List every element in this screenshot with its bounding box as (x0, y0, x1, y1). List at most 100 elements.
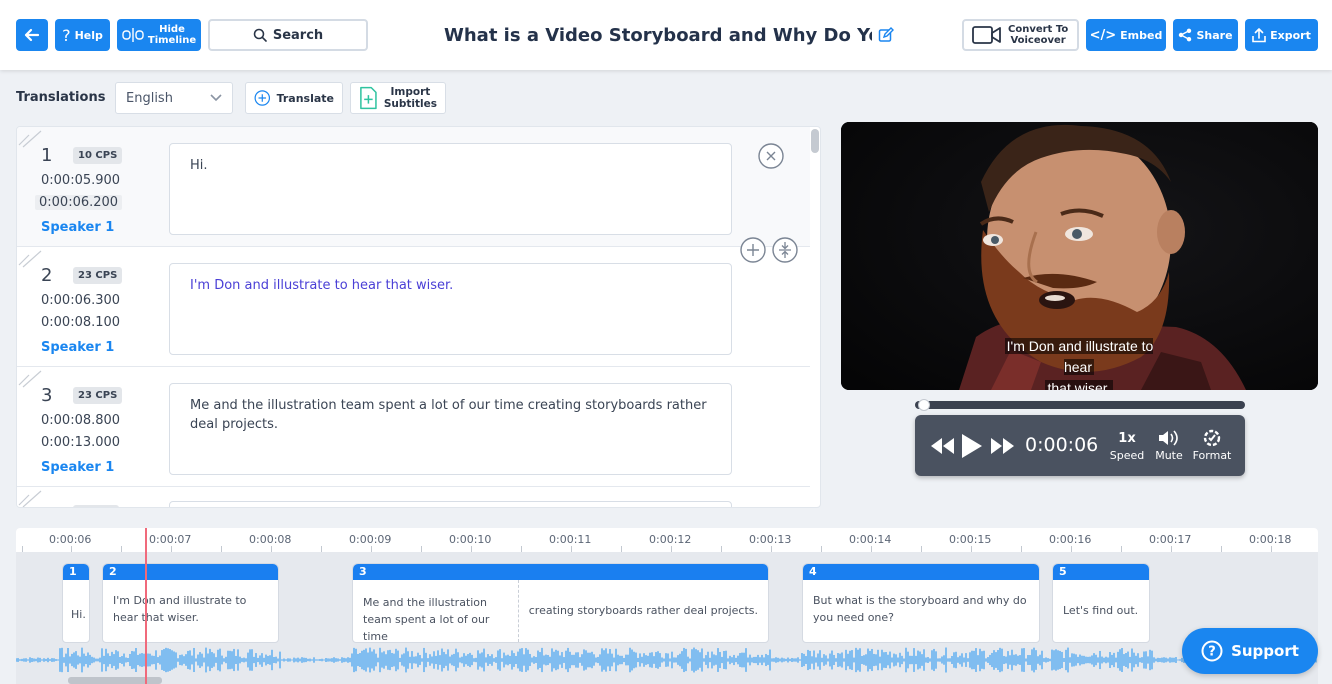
project-title[interactable]: What is a Video Storyboard and Why Do Yo… (444, 22, 896, 48)
file-plus-icon (360, 86, 377, 110)
tick-mark (421, 546, 422, 552)
tick-mark (921, 546, 922, 552)
timeline-segment[interactable]: 3 Me and the illustration team spent a l… (352, 563, 769, 643)
timeline-segment[interactable]: 2 I'm Don and illustrate to hear that wi… (102, 563, 279, 643)
timeline-ruler[interactable]: 0:00:06 0:00:07 0:00:08 0:00:09 0:00:10 … (16, 528, 1318, 552)
convert-label-1: Convert To (1008, 24, 1069, 35)
language-select[interactable]: English (115, 82, 233, 114)
tick-label: 0:00:06 (49, 533, 92, 546)
vertical-scrollbar[interactable] (811, 129, 819, 153)
tick-mark (171, 546, 172, 552)
tick-label: 0:00:08 (249, 533, 292, 546)
speaker-label[interactable]: Speaker 1 (41, 340, 114, 355)
horizontal-scrollbar[interactable] (68, 677, 162, 684)
convert-voiceover-button[interactable]: Convert To Voiceover (962, 19, 1079, 51)
merge-icon[interactable] (772, 237, 798, 263)
subtitle-text-input[interactable]: Hi. (169, 143, 732, 235)
timeline-icon (122, 28, 144, 42)
segment-number: 5 (1053, 564, 1149, 580)
segment-number: 1 (63, 564, 89, 580)
subtitle-text-input[interactable]: I'm Don and illustrate to hear that wise… (169, 263, 732, 355)
subtitle-row[interactable]: 3 23 CPS 0:00:08.800 0:00:13.000 Speaker… (17, 367, 810, 487)
import-label-2: Subtitles (383, 98, 437, 110)
add-circle-icon[interactable] (740, 237, 766, 263)
tick-mark (71, 546, 72, 552)
share-button[interactable]: Share (1173, 19, 1238, 51)
arrow-left-icon (24, 28, 40, 42)
tick-mark (471, 546, 472, 552)
speed-button[interactable]: 1x Speed (1107, 427, 1147, 463)
support-button[interactable]: ? Support (1182, 628, 1318, 674)
chevron-down-icon (210, 94, 222, 102)
speaker-label[interactable]: Speaker 1 (41, 460, 114, 475)
import-subtitles-button[interactable]: Import Subtitles (350, 82, 446, 114)
audio-waveform[interactable] (16, 646, 1318, 674)
subtitle-text-input[interactable]: Me and the illustration team spent a lot… (169, 383, 732, 475)
subtitle-row[interactable]: 1 10 CPS 0:00:05.900 0:00:06.200 Speaker… (17, 127, 810, 247)
segment-number: 2 (103, 564, 278, 580)
caption-line-2: that wiser. (1045, 380, 1113, 390)
back-button[interactable] (16, 19, 48, 51)
start-time[interactable]: 0:00:06.300 (41, 293, 120, 308)
cps-badge: 10 CPS (73, 147, 123, 164)
play-icon[interactable] (961, 433, 983, 459)
playhead[interactable] (145, 528, 147, 684)
import-label-1: Import (390, 86, 431, 98)
start-time[interactable]: 0:00:05.900 (41, 173, 120, 188)
start-time[interactable]: 0:00:08.800 (41, 413, 120, 428)
tick-mark (121, 546, 122, 552)
end-time[interactable]: 0:00:08.100 (41, 315, 120, 330)
video-camera-icon (972, 26, 1001, 44)
tick-label: 0:00:09 (349, 533, 392, 546)
embed-button[interactable]: </> Embed (1086, 19, 1166, 51)
tick-label: 0:00:16 (1049, 533, 1092, 546)
timeline[interactable]: 0:00:06 0:00:07 0:00:08 0:00:09 0:00:10 … (16, 528, 1318, 684)
video-progress-bar[interactable] (915, 399, 1245, 411)
export-button[interactable]: Export (1245, 19, 1318, 51)
translate-button[interactable]: Translate (245, 82, 343, 114)
progress-knob[interactable] (918, 399, 931, 411)
subtitle-row[interactable]: 2 23 CPS 0:00:06.300 0:00:08.100 Speaker… (17, 247, 810, 367)
tick-label: 0:00:10 (449, 533, 492, 546)
fast-forward-icon[interactable] (990, 438, 1014, 454)
top-header: ? Help Hide Timeline Search What is a Vid… (0, 0, 1332, 70)
subtitle-index: 2 (41, 265, 53, 286)
end-time[interactable]: 0:00:06.200 (35, 195, 123, 210)
speaker-label[interactable]: Speaker 1 (41, 220, 114, 235)
close-circle-icon[interactable] (758, 143, 784, 169)
tick-mark (22, 546, 23, 552)
subtitle-row[interactable] (17, 487, 810, 507)
rewind-icon[interactable] (931, 438, 955, 454)
timeline-segment[interactable]: 4 But what is the storyboard and why do … (802, 563, 1040, 643)
edit-icon[interactable] (878, 27, 894, 43)
segment-text: I'm Don and illustrate to hear that wise… (113, 594, 247, 624)
hide-timeline-button[interactable]: Hide Timeline (117, 19, 201, 51)
subtitle-text-input[interactable] (169, 501, 732, 507)
hide-timeline-label-1: Hide (159, 24, 185, 35)
tick-mark (721, 546, 722, 552)
tick-label: 0:00:12 (649, 533, 692, 546)
tick-label: 0:00:11 (549, 533, 592, 546)
share-icon (1179, 28, 1192, 42)
tick-label: 0:00:07 (149, 533, 192, 546)
caption-line-1: I'm Don and illustrate to hear (1004, 338, 1154, 375)
timeline-segment[interactable]: 1 Hi. (62, 563, 90, 643)
format-button[interactable]: Format (1192, 427, 1232, 462)
video-player[interactable]: I'm Don and illustrate to hear that wise… (841, 122, 1318, 390)
cps-badge: 23 CPS (73, 267, 123, 284)
segment-text: Me and the illustration team spent a lot… (353, 580, 519, 642)
timeline-segment[interactable]: 5 Let's find out. (1052, 563, 1150, 643)
tick-mark (1071, 546, 1072, 552)
tick-mark (771, 546, 772, 552)
end-time[interactable]: 0:00:13.000 (41, 435, 120, 450)
row-actions (740, 237, 798, 263)
convert-label-2: Voiceover (1010, 35, 1066, 46)
help-button[interactable]: ? Help (55, 19, 110, 51)
mute-button[interactable]: Mute (1149, 427, 1189, 462)
tick-mark (671, 546, 672, 552)
tick-mark (521, 546, 522, 552)
search-icon (253, 28, 267, 42)
search-button[interactable]: Search (208, 19, 368, 51)
segment-text: But what is the storyboard and why do yo… (813, 594, 1027, 624)
translations-label: Translations (16, 90, 106, 105)
